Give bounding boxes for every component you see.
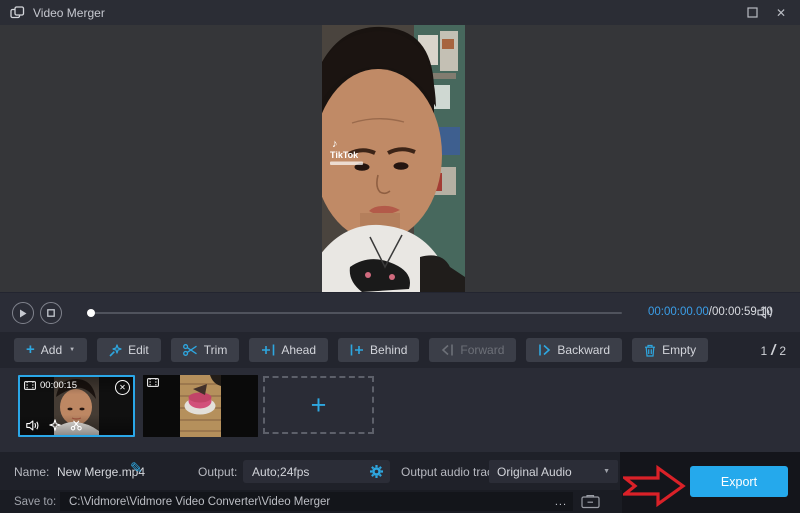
- clip2-meta: [147, 378, 159, 387]
- window-controls: ✕: [747, 7, 790, 19]
- behind-button[interactable]: Behind: [338, 338, 419, 362]
- save-to-row: Save to: C:\Vidmore\Vidmore Video Conver…: [0, 490, 622, 513]
- clip1-meta: 00:00:15: [24, 380, 77, 391]
- move-backward-icon: [538, 344, 551, 356]
- insert-behind-icon: [350, 344, 364, 356]
- page-current: 1: [760, 344, 767, 358]
- svg-text:♪: ♪: [332, 138, 338, 150]
- clip-edit-star-icon[interactable]: [49, 419, 61, 431]
- window-title: Video Merger: [33, 6, 105, 20]
- move-forward-icon: [441, 344, 454, 356]
- video-preview-stage: ♪ TikTok: [0, 25, 800, 292]
- output-format-value: Auto;24fps: [252, 465, 309, 479]
- film-icon: [147, 378, 159, 387]
- timeline-clips-row: 00:00:15 ✕: [0, 368, 800, 452]
- video-merger-window: Video Merger ✕: [0, 0, 800, 513]
- titlebar: Video Merger ✕: [0, 0, 800, 25]
- rename-pencil-icon[interactable]: ✎: [130, 461, 143, 476]
- audio-track-label: Output audio track:: [401, 465, 502, 479]
- clip-volume-icon[interactable]: [26, 420, 40, 431]
- page-indicator: 1 / 2: [760, 342, 800, 359]
- play-button[interactable]: [12, 302, 34, 324]
- output-format-field[interactable]: Auto;24fps: [243, 460, 390, 483]
- toolbar: + Add ▼ Edit Trim: [0, 332, 800, 368]
- forward-button[interactable]: Forward: [429, 338, 516, 362]
- tiktok-brand-text: TikTok: [330, 150, 359, 160]
- add-clip-plus-icon: +: [311, 390, 327, 421]
- maximize-icon[interactable]: [747, 7, 758, 18]
- add-caret-icon: ▼: [69, 347, 75, 353]
- export-label: Export: [721, 475, 757, 489]
- page-separator: /: [771, 342, 775, 359]
- save-to-label: Save to:: [14, 496, 60, 508]
- backward-button[interactable]: Backward: [526, 338, 622, 362]
- page-total: 2: [779, 344, 786, 358]
- save-path-value: C:\Vidmore\Vidmore Video Converter\Video…: [69, 496, 330, 508]
- open-folder-icon[interactable]: [581, 494, 601, 509]
- output-label: Output:: [198, 465, 237, 479]
- stop-button[interactable]: [40, 302, 62, 324]
- name-label: Name:: [14, 465, 49, 479]
- behind-label: Behind: [370, 343, 407, 357]
- insert-ahead-icon: [261, 344, 275, 356]
- video-frame-illustration: ♪ TikTok: [322, 25, 465, 292]
- empty-label: Empty: [662, 343, 696, 357]
- audio-track-value: Original Audio: [497, 465, 572, 479]
- video-merger-app-icon: [10, 6, 25, 19]
- clip1-remove-icon[interactable]: ✕: [115, 380, 130, 395]
- seek-slider[interactable]: [88, 312, 622, 314]
- scissors-icon: [183, 344, 198, 356]
- volume-icon[interactable]: [757, 306, 774, 319]
- clip-item-2[interactable]: [143, 375, 258, 437]
- close-icon[interactable]: ✕: [776, 7, 786, 19]
- clip-item-1[interactable]: 00:00:15 ✕: [18, 375, 135, 437]
- add-clip-slot[interactable]: +: [263, 376, 374, 434]
- player-bar: 00:00:00.00/00:00:59.10: [0, 292, 800, 333]
- annotation-arrow: [623, 464, 687, 508]
- seek-slider-thumb[interactable]: [87, 309, 95, 317]
- audio-track-dropdown[interactable]: Original Audio ▼: [489, 460, 618, 483]
- clip-trim-scissors-icon[interactable]: [70, 420, 84, 431]
- backward-label: Backward: [557, 343, 610, 357]
- add-label: Add: [41, 343, 62, 357]
- add-button[interactable]: + Add ▼: [14, 338, 87, 362]
- ahead-button[interactable]: Ahead: [249, 338, 328, 362]
- output-settings-gear-icon[interactable]: [369, 464, 384, 479]
- clip1-duration: 00:00:15: [40, 380, 77, 391]
- empty-button[interactable]: Empty: [632, 338, 708, 362]
- footer: Name: New Merge.mp4 ✎ Output: Auto;24fps…: [0, 452, 800, 513]
- export-button[interactable]: Export: [690, 466, 788, 497]
- current-time: 00:00:00.00: [648, 306, 709, 318]
- dropdown-caret-icon: ▼: [603, 468, 610, 475]
- save-path-field[interactable]: C:\Vidmore\Vidmore Video Converter\Video…: [60, 492, 573, 511]
- clip2-thumbnail: [143, 375, 258, 437]
- time-display: 00:00:00.00/00:00:59.10: [648, 306, 773, 318]
- trim-button[interactable]: Trim: [171, 338, 240, 362]
- video-preview: ♪ TikTok: [322, 25, 465, 292]
- trash-icon: [644, 344, 656, 357]
- edit-button[interactable]: Edit: [97, 338, 161, 362]
- film-icon: [24, 381, 36, 390]
- edit-label: Edit: [128, 343, 149, 357]
- trim-label: Trim: [204, 343, 228, 357]
- clip1-tools: [26, 419, 84, 431]
- forward-label: Forward: [460, 343, 504, 357]
- edit-wand-icon: [109, 344, 122, 357]
- ahead-label: Ahead: [281, 343, 316, 357]
